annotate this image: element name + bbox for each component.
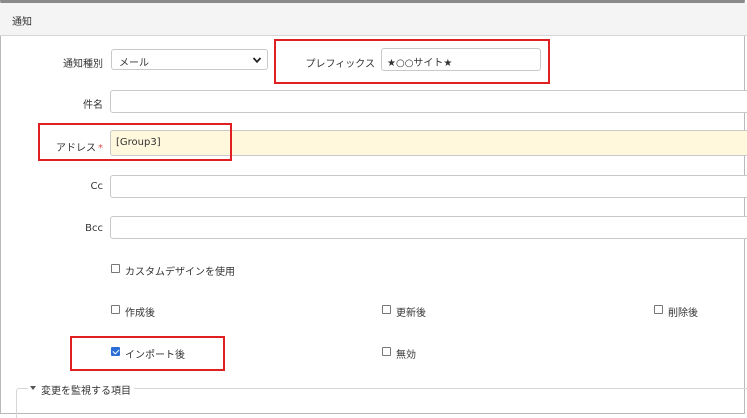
highlight-import <box>70 336 225 371</box>
after-create-checkbox[interactable] <box>111 305 120 314</box>
cc-label: Cc <box>90 181 103 192</box>
watch-items-legend-text: 変更を監視する項目 <box>41 386 131 397</box>
caret-down-icon[interactable] <box>30 386 36 390</box>
notify-type-label: 通知種別 <box>63 59 103 70</box>
highlight-prefix <box>274 39 550 84</box>
cc-input[interactable] <box>110 175 747 198</box>
notify-type-value: メール <box>119 58 149 69</box>
custom-design-label: カスタムデザインを使用 <box>125 267 235 278</box>
after-update-checkbox[interactable] <box>382 305 391 314</box>
subject-input[interactable] <box>110 90 747 113</box>
subject-label: 件名 <box>83 100 103 111</box>
after-delete-checkbox[interactable] <box>654 305 663 314</box>
bcc-input[interactable] <box>110 216 747 239</box>
notify-type-select[interactable]: メール <box>111 49 268 70</box>
disabled-checkbox[interactable] <box>382 347 391 356</box>
after-create-label: 作成後 <box>125 308 155 319</box>
watch-items-legend[interactable]: 変更を監視する項目 <box>28 382 134 397</box>
panel-title: 通知 <box>12 17 32 28</box>
panel-header: 通知 <box>0 3 747 36</box>
after-update-label: 更新後 <box>396 308 426 319</box>
bcc-label: Bcc <box>85 223 103 234</box>
chevron-down-icon <box>252 57 262 64</box>
after-delete-label: 削除後 <box>668 308 698 319</box>
highlight-address <box>38 123 232 161</box>
custom-design-checkbox[interactable] <box>111 264 120 273</box>
disabled-label: 無効 <box>396 350 416 361</box>
